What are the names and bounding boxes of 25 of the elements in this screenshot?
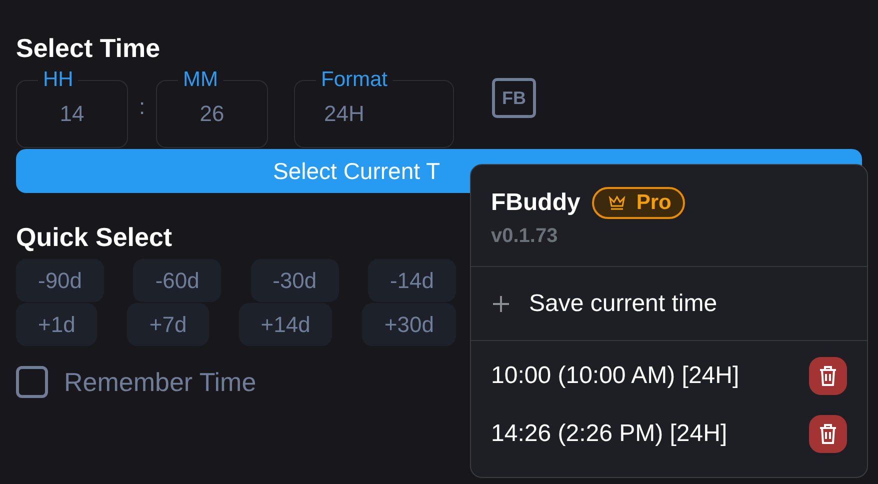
remember-label: Remember Time [64,366,256,398]
trash-icon [818,365,838,387]
delete-button[interactable] [809,357,847,395]
quick-select-chip[interactable]: -60d [133,259,222,302]
quick-select-chip[interactable]: +1d [16,303,98,346]
trash-icon [818,423,838,445]
section-title: Quick Select [16,221,172,254]
quick-select-chip[interactable]: +14d [238,303,332,346]
version-text: v0.1.73 [491,225,559,248]
time-separator: : [138,94,146,120]
crown-icon [608,195,626,211]
saved-time[interactable]: 10:00 (10:00 AM) [24H] [491,362,740,390]
saved-time[interactable]: 14:26 (2:26 PM) [24H] [491,420,728,448]
quick-select-chip[interactable]: +30d [362,303,456,346]
save-time-menu-item[interactable]: Save current time [471,267,867,341]
section-title: Select Time [16,32,160,65]
delete-button[interactable] [809,415,847,453]
logo-icon[interactable]: FB [492,78,536,118]
plus-icon [491,294,511,314]
remember-checkbox[interactable] [16,366,48,398]
quick-select-chip[interactable]: -14d [368,259,456,302]
quick-select-chip[interactable]: -30d [250,259,339,302]
pro-badge: Pro [592,187,686,219]
quick-select-chip[interactable]: +7d [127,303,209,346]
quick-select-chip[interactable]: -90d [16,259,104,302]
